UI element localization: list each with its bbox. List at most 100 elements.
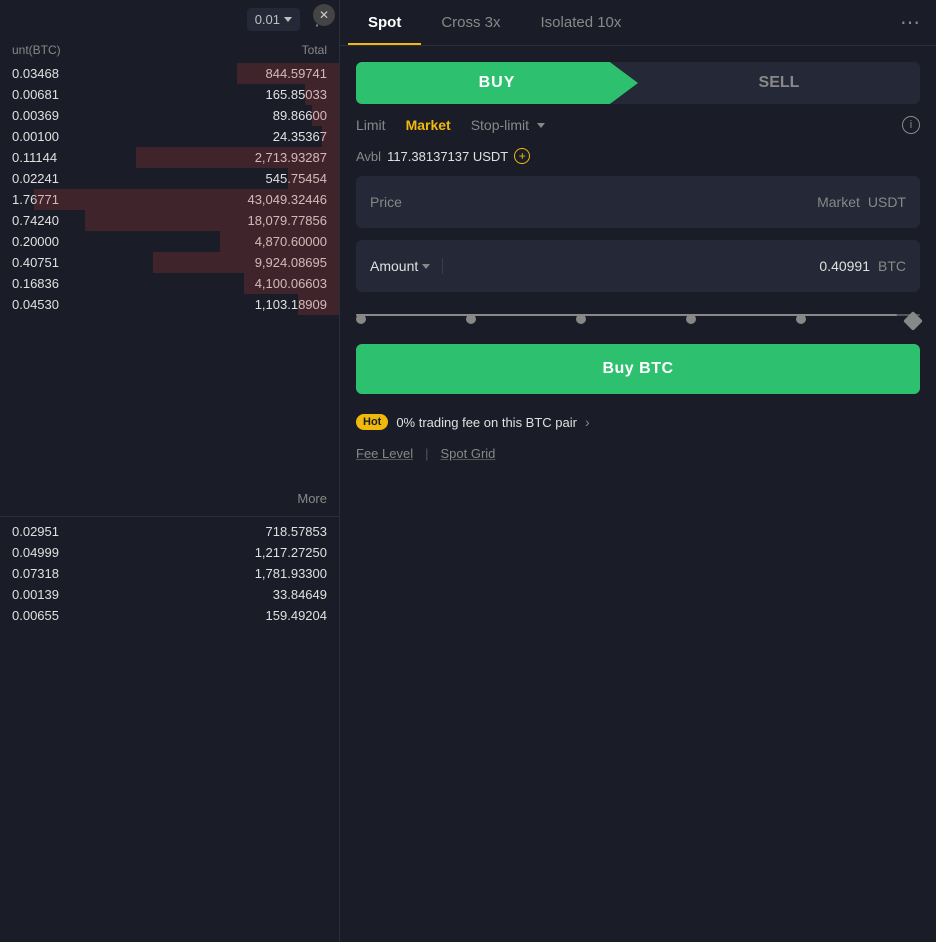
sell-total: 18,079.77856 <box>247 213 327 228</box>
info-icon[interactable]: i <box>902 116 920 134</box>
fee-level-link[interactable]: Fee Level <box>356 446 413 461</box>
amount-currency: BTC <box>878 258 906 274</box>
tab-more-icon[interactable]: ⋯ <box>892 2 928 43</box>
spot-grid-link[interactable]: Spot Grid <box>440 446 495 461</box>
sell-order-row[interactable]: 0.0010024.35367 <box>0 126 339 147</box>
sell-total: 9,924.08695 <box>255 255 327 270</box>
amount-dropdown-group[interactable]: Amount <box>370 258 455 274</box>
buy-amount: 0.00139 <box>12 587 59 602</box>
chevron-down-icon <box>284 17 292 22</box>
sell-total: 43,049.32446 <box>247 192 327 207</box>
sell-order-row[interactable]: 0.02241 545.75454 <box>0 168 339 189</box>
table-header: unt(BTC) Total <box>0 39 339 63</box>
sell-order-row[interactable]: 0.11144 2,713.93287 <box>0 147 339 168</box>
hot-arrow-icon[interactable]: › <box>585 414 590 430</box>
sell-amount: 0.11144 <box>12 150 57 165</box>
buy-order-row[interactable]: 0.00139 33.84649 <box>0 584 339 605</box>
sell-order-row[interactable]: 0.40751 9,924.08695 <box>0 252 339 273</box>
avbl-value: 117.38137137 USDT <box>387 149 508 164</box>
slider-dot-50[interactable] <box>576 314 586 324</box>
buy-order-row[interactable]: 0.049991,217.27250 <box>0 542 339 563</box>
amount-dropdown-label: Amount <box>370 258 418 274</box>
amount-col-header: unt(BTC) <box>12 43 61 57</box>
buy-total: 159.49204 <box>266 608 327 623</box>
sell-order-row[interactable]: 1.76771 43,049.32446 <box>0 189 339 210</box>
buy-button[interactable]: BUY <box>356 62 638 104</box>
buy-btc-button[interactable]: Buy BTC <box>356 344 920 394</box>
add-funds-button[interactable]: + <box>514 148 530 164</box>
sell-amount: 0.74240 <box>12 213 59 228</box>
sell-amount: 0.00100 <box>12 129 59 144</box>
sell-total: 545.75454 <box>266 171 327 186</box>
order-type-stop-limit[interactable]: Stop-limit <box>471 117 545 133</box>
sell-order-row[interactable]: 0.045301,103.18909 <box>0 294 339 315</box>
avbl-label: Avbl <box>356 149 381 164</box>
right-trading-panel: SpotCross 3xIsolated 10x ⋯ BUY SELL Limit… <box>340 0 936 942</box>
slider-dots <box>356 314 920 328</box>
hot-text: 0% trading fee on this BTC pair <box>396 415 577 430</box>
sell-total: 2,713.93287 <box>255 150 327 165</box>
slider-track <box>356 314 920 316</box>
sell-amount: 0.00369 <box>12 108 59 123</box>
stop-limit-chevron-icon <box>537 123 545 128</box>
order-type-market[interactable]: Market <box>406 117 451 133</box>
tab-spot[interactable]: Spot <box>348 0 421 45</box>
sell-button[interactable]: SELL <box>638 62 920 104</box>
sell-order-row[interactable]: 0.00681165.85033 <box>0 84 339 105</box>
sell-amount: 0.02241 <box>12 171 59 186</box>
sell-amount: 1.76771 <box>12 192 59 207</box>
buy-total: 1,217.27250 <box>255 545 327 560</box>
decimal-value: 0.01 <box>255 12 280 27</box>
avbl-row: Avbl 117.38137137 USDT + <box>340 138 936 170</box>
tab-isolated-10x[interactable]: Isolated 10x <box>521 0 642 45</box>
slider-dot-0[interactable] <box>356 314 366 324</box>
sell-amount: 0.04530 <box>12 297 59 312</box>
slider-handle[interactable] <box>903 311 923 331</box>
price-currency: USDT <box>868 194 906 210</box>
amount-slider[interactable] <box>356 310 920 320</box>
sell-order-row[interactable]: 0.03468844.59741 <box>0 63 339 84</box>
total-col-header: Total <box>302 43 327 57</box>
sell-order-row[interactable]: 0.168364,100.06603 <box>0 273 339 294</box>
price-label: Price <box>370 194 817 210</box>
buy-order-row[interactable]: 0.02951 718.57853 <box>0 521 339 542</box>
section-divider <box>0 516 339 517</box>
order-type-bar: Limit Market Stop-limit i <box>340 104 936 138</box>
more-label: More <box>297 491 327 506</box>
decimal-selector[interactable]: 0.01 <box>247 8 300 31</box>
sell-order-row[interactable]: 0.74240 18,079.77856 <box>0 210 339 231</box>
buy-order-row[interactable]: 0.07318 1,781.93300 <box>0 563 339 584</box>
buy-amount: 0.02951 <box>12 524 59 539</box>
sell-amount: 0.40751 <box>12 255 59 270</box>
amount-chevron-icon <box>422 264 430 269</box>
link-divider: | <box>425 446 428 461</box>
left-header: 0.01 ⋮ <box>0 0 339 39</box>
hot-badge: Hot <box>356 414 388 430</box>
sell-order-row[interactable]: 0.0036989.86600 <box>0 105 339 126</box>
slider-dot-25[interactable] <box>466 314 476 324</box>
sell-amount: 0.20000 <box>12 234 59 249</box>
hot-promo-row: Hot 0% trading fee on this BTC pair › <box>340 406 936 438</box>
order-type-limit[interactable]: Limit <box>356 117 386 133</box>
price-input-group[interactable]: Price Market USDT <box>356 176 920 228</box>
buy-total: 718.57853 <box>266 524 327 539</box>
buy-amount: 0.07318 <box>12 566 59 581</box>
amount-value: 0.40991 <box>455 258 870 274</box>
buy-total: 1,781.93300 <box>255 566 327 581</box>
close-button[interactable]: ✕ <box>313 4 335 26</box>
buy-amount: 0.00655 <box>12 608 59 623</box>
buy-sell-toggle: BUY SELL <box>356 62 920 104</box>
more-section: More <box>0 485 339 512</box>
tabs-bar: SpotCross 3xIsolated 10x ⋯ <box>340 0 936 46</box>
buy-total: 33.84649 <box>273 587 327 602</box>
sell-total: 844.59741 <box>266 66 327 81</box>
amount-input-group[interactable]: Amount 0.40991 BTC <box>356 240 920 292</box>
buy-order-row[interactable]: 0.00655 159.49204 <box>0 605 339 626</box>
amount-dropdown[interactable]: Amount <box>370 258 443 274</box>
tab-cross-3x[interactable]: Cross 3x <box>421 0 520 45</box>
slider-dot-75[interactable] <box>686 314 696 324</box>
buy-orders-list: 0.02951718.578530.049991,217.272500.0731… <box>0 521 339 942</box>
sell-order-row[interactable]: 0.200004,870.60000 <box>0 231 339 252</box>
slider-dot-100[interactable] <box>796 314 806 324</box>
bottom-links: Fee Level | Spot Grid <box>340 438 936 469</box>
